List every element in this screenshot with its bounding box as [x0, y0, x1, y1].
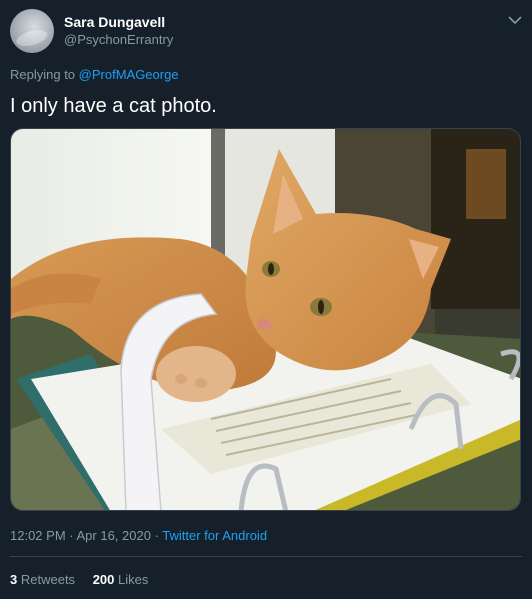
tweet: Sara Dungavell @PsychonErrantry Replying…	[0, 0, 532, 599]
author-name[interactable]: Sara Dungavell	[64, 14, 165, 30]
divider	[10, 556, 522, 557]
likes-stat[interactable]: 200 Likes	[93, 572, 149, 587]
tweet-source-link[interactable]: Twitter for Android	[162, 528, 267, 543]
tweet-time[interactable]: 12:02 PM	[10, 528, 66, 543]
tweet-date[interactable]: Apr 16, 2020	[77, 528, 151, 543]
avatar[interactable]	[10, 9, 54, 53]
likes-count: 200	[92, 572, 115, 587]
reply-context: Replying to @ProfMAGeorge	[10, 67, 179, 82]
meta-separator: ·	[150, 528, 163, 543]
chevron-down-icon	[508, 16, 522, 24]
tweet-text: I only have a cat photo.	[10, 95, 217, 117]
meta-separator: ·	[65, 528, 77, 543]
retweets-label: Retweets	[20, 572, 76, 587]
author-handle[interactable]: @PsychonErrantry	[64, 32, 173, 47]
reply-prefix: Replying to	[10, 67, 79, 82]
retweets-stat[interactable]: 3 Retweets	[10, 572, 75, 587]
reply-mention-link[interactable]: @ProfMAGeorge	[79, 67, 179, 82]
more-options-button[interactable]	[505, 12, 525, 28]
likes-label: Likes	[118, 572, 149, 587]
retweets-count: 3	[10, 572, 18, 587]
cat-photo	[11, 129, 520, 510]
tweet-photo[interactable]	[10, 128, 521, 511]
tweet-stats: 3 Retweets 200 Likes	[10, 572, 162, 587]
tweet-meta: 12:02 PM · Apr 16, 2020 · Twitter for An…	[10, 528, 267, 543]
